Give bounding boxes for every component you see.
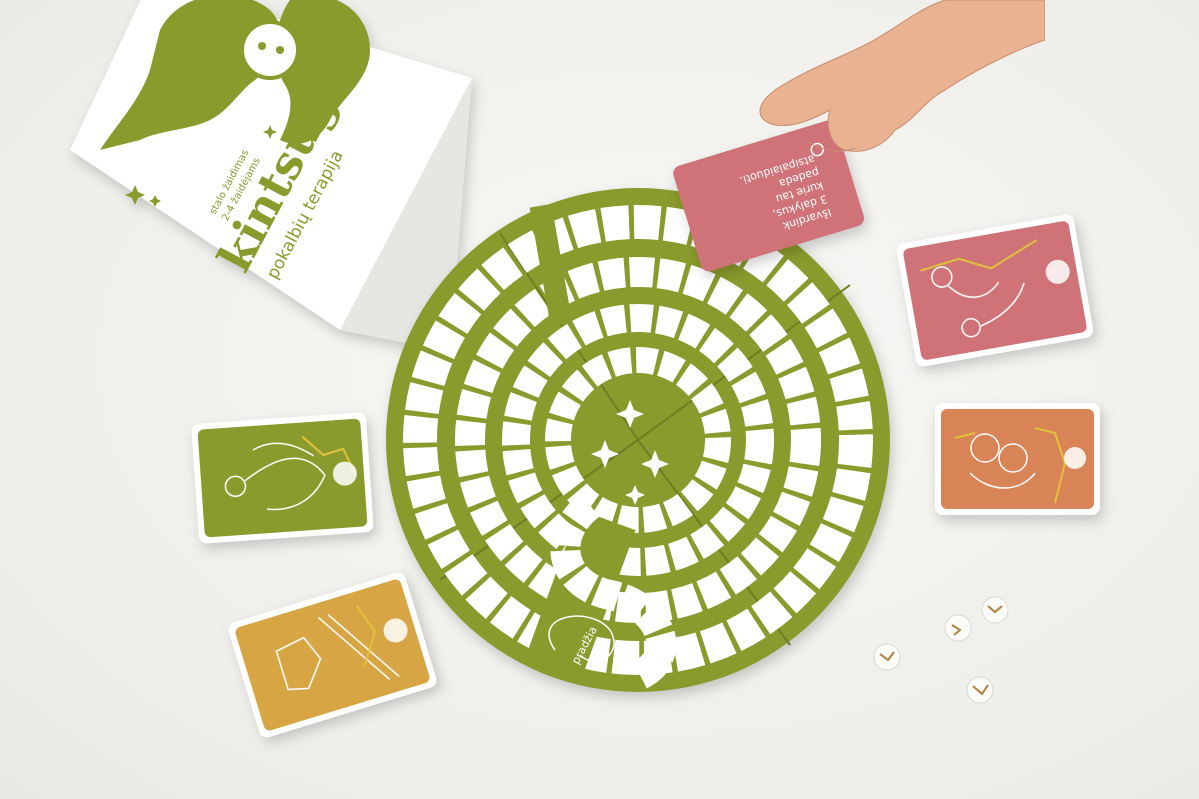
mustard-card-deck (226, 571, 438, 740)
dice-icon (873, 643, 901, 671)
dice-icon (944, 614, 972, 642)
eye-icon (1064, 447, 1086, 469)
dice-icon (981, 596, 1009, 624)
dice-group (873, 596, 1009, 704)
olive-card-deck (191, 412, 374, 544)
dice-icon (966, 676, 994, 704)
photo-scene: kintsugi pokalbių terapija stalo žaidima… (0, 0, 1199, 799)
hand (759, 0, 1045, 152)
pink-card-deck (896, 213, 1095, 367)
orange-card-deck (935, 403, 1100, 515)
